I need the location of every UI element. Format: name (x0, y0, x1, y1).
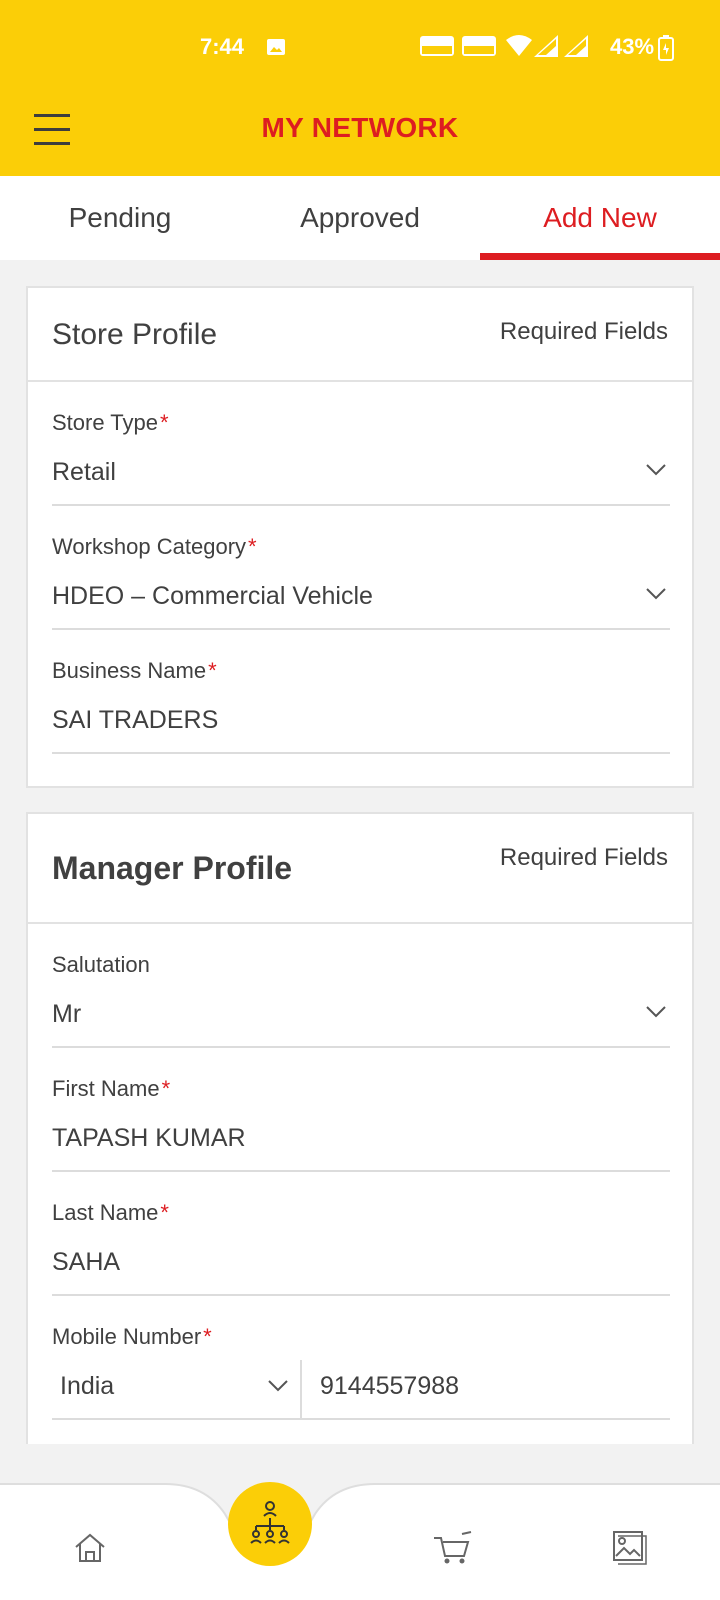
bottom-nav-curve (0, 1444, 720, 1600)
business-name-input[interactable]: SAI TRADERS (52, 706, 218, 735)
tab-pending[interactable]: Pending (0, 176, 240, 260)
required-fields-note: Required Fields (499, 844, 668, 871)
status-indicators: 43% (420, 32, 690, 62)
mobile-number-label: Mobile Number* (52, 1324, 212, 1349)
signal-icon-1 (534, 35, 558, 57)
app-header: 7:44 43% MY NETWORK (0, 0, 720, 176)
chevron-down-icon[interactable] (268, 1380, 288, 1392)
manager-profile-card: Manager Profile Required Fields Salutati… (26, 812, 694, 1450)
country-code-value[interactable]: India (60, 1372, 114, 1401)
network-fab-button[interactable] (228, 1482, 312, 1566)
mobile-number-field: Mobile Number* India 9144557988 (52, 1296, 670, 1420)
store-type-field[interactable]: Store Type* Retail (52, 382, 670, 506)
vowifi-icon (420, 36, 454, 56)
business-name-field[interactable]: Business Name* SAI TRADERS (52, 630, 670, 754)
network-icon (250, 1501, 290, 1544)
tab-add-new[interactable]: Add New (480, 176, 720, 260)
wifi-icon (506, 35, 532, 56)
last-name-label: Last Name* (52, 1200, 169, 1225)
first-name-input[interactable]: TAPASH KUMAR (52, 1124, 246, 1153)
workshop-category-field[interactable]: Workshop Category* HDEO – Commercial Veh… (52, 506, 670, 630)
bottom-navigation (0, 1444, 720, 1600)
manager-profile-header: Manager Profile Required Fields (28, 814, 692, 924)
business-name-label: Business Name* (52, 658, 217, 683)
salutation-label: Salutation (52, 952, 150, 977)
gallery-icon[interactable] (612, 1530, 648, 1566)
chevron-down-icon[interactable] (646, 464, 666, 476)
chevron-down-icon[interactable] (646, 1006, 666, 1018)
image-notification-icon (267, 39, 285, 55)
salutation-value[interactable]: Mr (52, 1000, 81, 1029)
workshop-category-value[interactable]: HDEO – Commercial Vehicle (52, 582, 373, 611)
required-fields-note: Required Fields (499, 318, 668, 345)
mobile-number-input[interactable]: 9144557988 (320, 1372, 459, 1401)
active-tab-indicator (480, 253, 720, 260)
first-name-field[interactable]: First Name* TAPASH KUMAR (52, 1048, 670, 1172)
store-type-value[interactable]: Retail (52, 458, 116, 487)
chevron-down-icon[interactable] (646, 588, 666, 600)
tab-bar: Pending Approved Add New (0, 176, 720, 260)
home-icon[interactable] (72, 1530, 108, 1566)
country-code-select[interactable]: India (52, 1360, 302, 1418)
volte-icon (462, 36, 496, 56)
signal-icon-2 (564, 35, 588, 57)
cart-icon[interactable] (432, 1530, 472, 1566)
tab-approved[interactable]: Approved (240, 176, 480, 260)
store-type-label: Store Type* (52, 410, 169, 435)
store-profile-title: Store Profile (52, 318, 218, 351)
salutation-field[interactable]: Salutation Mr (52, 924, 670, 1048)
page-title: MY NETWORK (261, 112, 459, 143)
store-profile-card: Store Profile Required Fields Store Type… (26, 286, 694, 788)
last-name-input[interactable]: SAHA (52, 1248, 120, 1277)
first-name-label: First Name* (52, 1076, 171, 1101)
status-time: 7:44 (200, 34, 245, 59)
battery-percent: 43% (610, 34, 655, 59)
workshop-category-label: Workshop Category* (52, 534, 257, 559)
manager-profile-title: Manager Profile (52, 850, 293, 886)
last-name-field[interactable]: Last Name* SAHA (52, 1172, 670, 1296)
store-profile-header: Store Profile Required Fields (28, 288, 692, 382)
battery-charging-icon (658, 35, 674, 61)
